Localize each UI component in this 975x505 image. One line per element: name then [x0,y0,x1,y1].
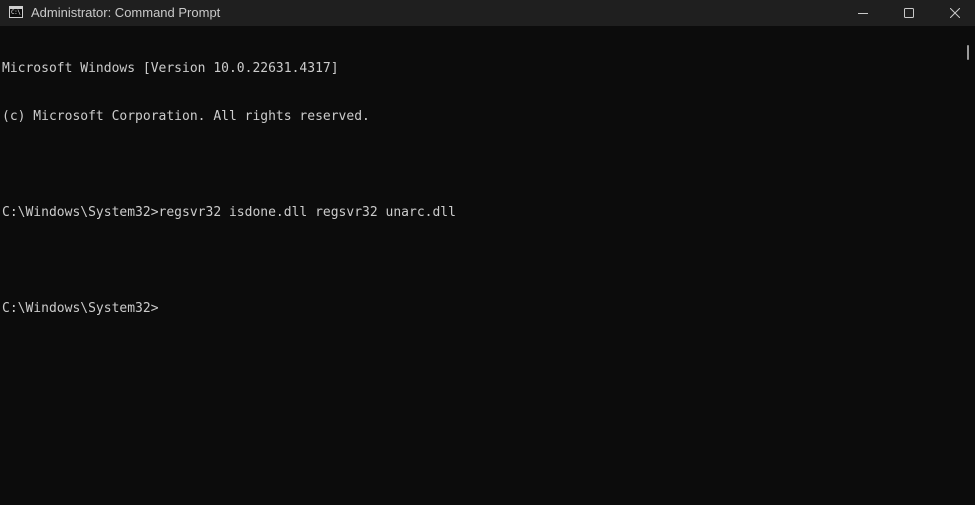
command-prompt-window: C:\ Administrator: Command Prompt Micros… [0,0,975,505]
console-line-blank [2,157,964,173]
minimize-icon [858,13,868,14]
cmd-icon[interactable]: C:\ [9,6,23,18]
close-icon [950,8,960,18]
cmd-icon-text: C:\ [11,9,21,16]
close-button[interactable] [932,0,975,26]
vertical-scrollbar[interactable] [964,26,975,505]
minimize-button[interactable] [840,0,886,26]
console-line-version: Microsoft Windows [Version 10.0.22631.43… [2,61,339,76]
console-output[interactable]: Microsoft Windows [Version 10.0.22631.43… [0,26,964,505]
title-bar[interactable]: C:\ Administrator: Command Prompt [0,0,975,26]
window-title: Administrator: Command Prompt [31,5,221,20]
console-line-copyright: (c) Microsoft Corporation. All rights re… [2,109,370,124]
scrollbar-thumb[interactable] [967,45,969,60]
maximize-icon [904,8,914,18]
console-line-blank [2,253,964,269]
maximize-button[interactable] [886,0,932,26]
console-line-prompt: C:\Windows\System32> [2,301,159,316]
console-line-command: C:\Windows\System32>regsvr32 isdone.dll … [2,205,456,220]
